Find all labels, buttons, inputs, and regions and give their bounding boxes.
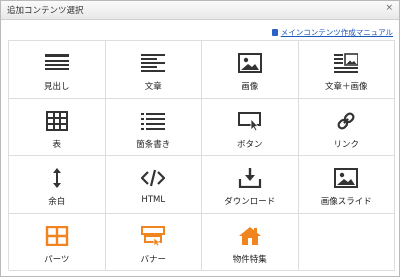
- content-item-list[interactable]: 箇条書き: [105, 98, 202, 156]
- heading-icon: [44, 54, 69, 70]
- content-item-label: ボタン: [236, 139, 263, 150]
- text-icon: [141, 54, 166, 72]
- content-item-label: 余白: [48, 197, 66, 207]
- content-item-property-feature[interactable]: 物件特集: [202, 213, 299, 271]
- content-item-button[interactable]: ボタン: [202, 98, 299, 156]
- content-item-label: 文章: [144, 82, 162, 92]
- content-item-banner[interactable]: バナー: [105, 213, 202, 271]
- download-icon: [238, 168, 261, 188]
- content-grid: 見出し 文章 画像 文章＋画像 表 箇条書き ボタン リンク 余白 HTML ダ…: [8, 40, 395, 271]
- button-icon: [237, 111, 261, 131]
- content-item-label: 画像: [241, 82, 259, 92]
- content-item-label: 箇条書き: [136, 139, 171, 150]
- content-item-parts[interactable]: パーツ: [9, 213, 106, 271]
- content-item-label: HTML: [141, 195, 166, 205]
- content-item-label: 文章＋画像: [324, 82, 368, 92]
- link-icon: [337, 112, 355, 129]
- code-icon: [141, 169, 166, 187]
- content-item-image[interactable]: 画像: [202, 41, 299, 99]
- empty-cell: [298, 213, 395, 271]
- content-item-download[interactable]: ダウンロード: [202, 156, 299, 214]
- dialog-titlebar: 追加コンテンツ選択 ×: [1, 1, 399, 20]
- manual-link[interactable]: メインコンテンツ作成マニュアル: [271, 27, 393, 38]
- document-icon: [271, 29, 278, 36]
- content-item-html[interactable]: HTML: [105, 156, 202, 214]
- content-item-label: ダウンロード: [224, 197, 276, 207]
- list-icon: [141, 112, 166, 130]
- content-item-label: リンク: [333, 139, 359, 150]
- banner-icon: [141, 225, 166, 246]
- content-item-label: 物件特集: [232, 254, 267, 265]
- close-button[interactable]: ×: [385, 3, 393, 13]
- text-image-icon: [334, 53, 359, 73]
- content-item-label: 見出し: [43, 82, 70, 92]
- content-item-image-slide[interactable]: 画像スライド: [298, 156, 395, 214]
- content-item-link[interactable]: リンク: [298, 98, 395, 156]
- slideshow-icon: [334, 168, 359, 188]
- content-item-label: 表: [52, 139, 61, 150]
- table-icon: [45, 110, 68, 131]
- house-icon: [238, 226, 261, 245]
- spacing-icon: [52, 168, 61, 188]
- content-item-text[interactable]: 文章: [105, 41, 202, 99]
- content-item-table[interactable]: 表: [9, 98, 106, 156]
- parts-icon: [45, 225, 68, 246]
- content-item-text-image[interactable]: 文章＋画像: [298, 41, 395, 99]
- content-item-label: バナー: [140, 254, 166, 265]
- content-item-spacing[interactable]: 余白: [9, 156, 106, 214]
- dialog-title: 追加コンテンツ選択: [7, 6, 84, 16]
- manual-link-text: メインコンテンツ作成マニュアル: [280, 28, 393, 37]
- image-icon: [237, 53, 262, 73]
- content-item-heading[interactable]: 見出し: [9, 41, 106, 99]
- content-select-dialog: 追加コンテンツ選択 × メインコンテンツ作成マニュアル 見出し 文章 画像 文章…: [0, 0, 400, 277]
- content-item-label: 画像スライド: [320, 197, 372, 207]
- content-item-label: パーツ: [44, 254, 70, 265]
